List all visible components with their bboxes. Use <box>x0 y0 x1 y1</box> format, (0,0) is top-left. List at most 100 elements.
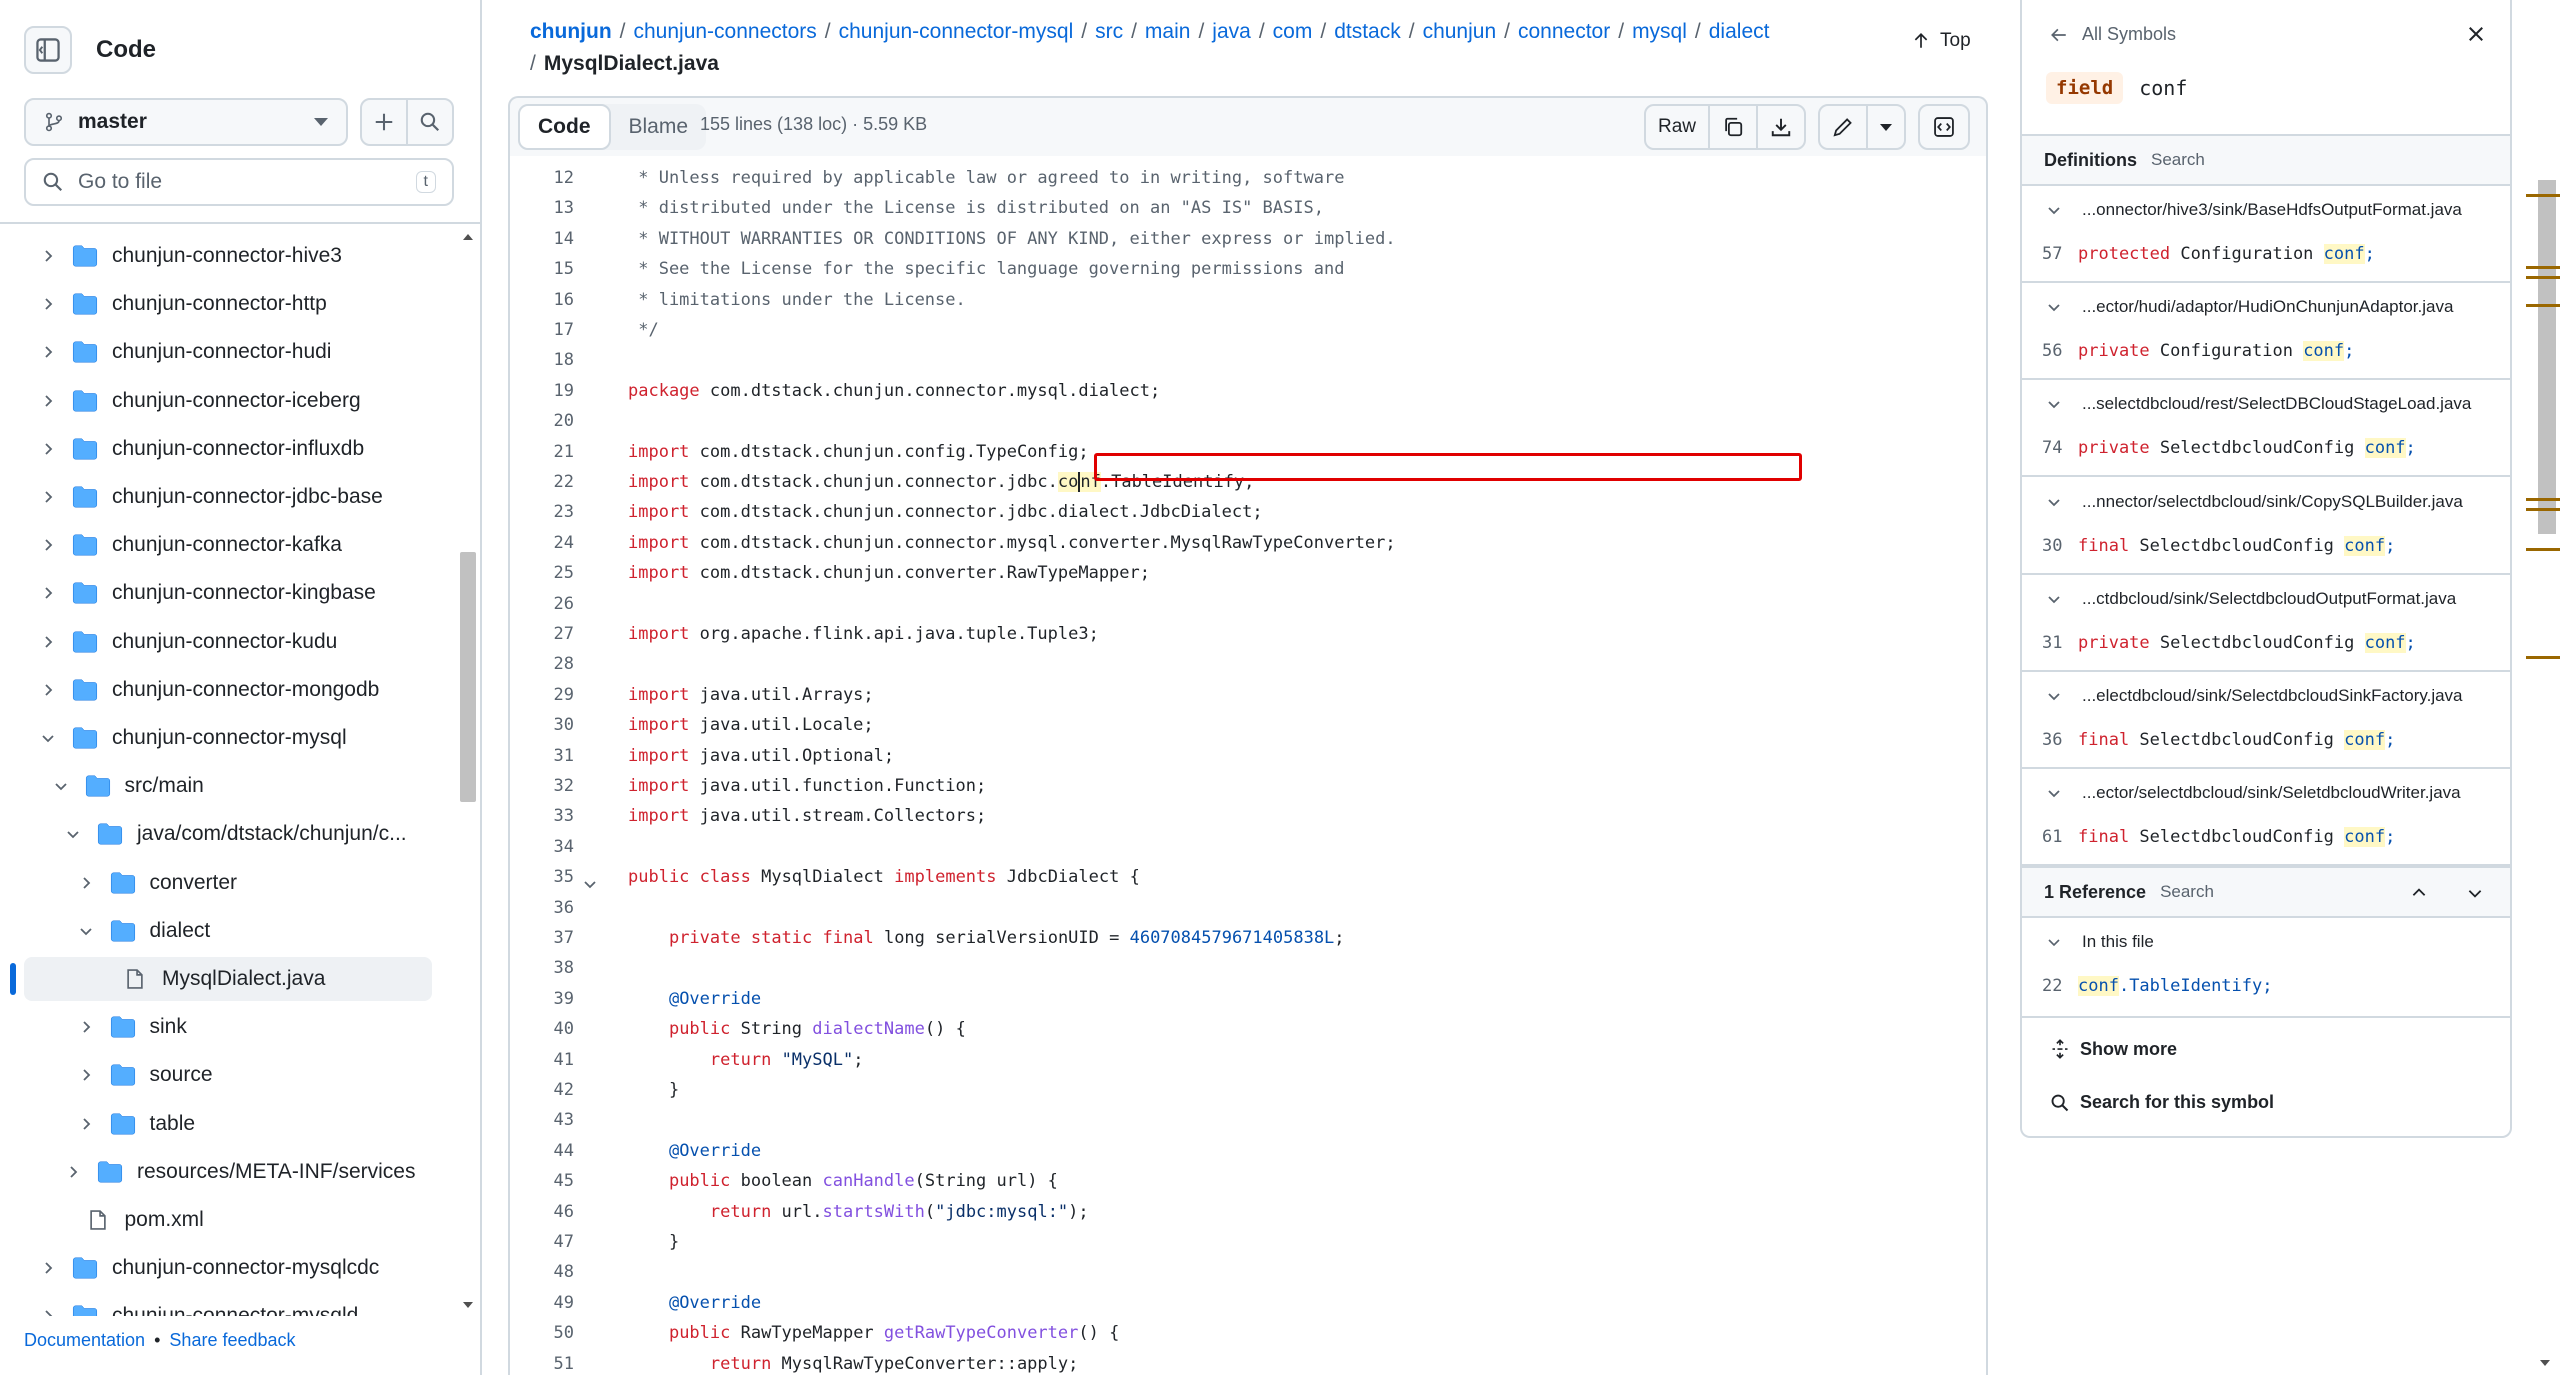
line-number[interactable]: 47 <box>510 1227 574 1257</box>
definition-item[interactable]: ...ctdbcloud/sink/SelectdbcloudOutputFor… <box>2022 575 2510 672</box>
branch-selector[interactable]: master <box>24 98 348 146</box>
definition-file-header[interactable]: ...nnector/selectdbcloud/sink/CopySQLBui… <box>2046 492 2463 512</box>
download-button[interactable] <box>1756 106 1804 148</box>
definition-line[interactable]: 30 final SelectdbcloudConfig conf; <box>2042 535 2395 556</box>
code-view[interactable]: 12 * Unless required by applicable law o… <box>508 156 1988 1375</box>
reference-line[interactable]: 22 conf.TableIdentify; <box>2042 976 2272 996</box>
chevron-up-icon[interactable] <box>2410 884 2428 902</box>
line-number[interactable]: 18 <box>510 345 574 375</box>
tree-folder-item[interactable]: chunjun-connector-mysql <box>0 716 456 760</box>
line-number[interactable]: 39 <box>510 984 574 1014</box>
tree-chevron[interactable] <box>38 1306 58 1316</box>
tree-file-item[interactable]: MysqlDialect.java <box>0 957 456 1001</box>
tab-blame[interactable]: Blame <box>611 104 707 150</box>
definition-file-header[interactable]: ...ector/selectdbcloud/sink/Seletdbcloud… <box>2046 783 2461 803</box>
tree-folder-item[interactable]: chunjun-connector-kudu <box>0 620 456 664</box>
tree-chevron[interactable] <box>51 776 71 796</box>
breadcrumb-link[interactable]: src <box>1095 20 1123 43</box>
definition-file-header[interactable]: ...selectdbcloud/rest/SelectDBCloudStage… <box>2046 394 2471 414</box>
tree-folder-item[interactable]: java/com/dtstack/chunjun/c... <box>0 812 456 856</box>
breadcrumb-link[interactable]: chunjun-connectors <box>634 20 817 43</box>
tree-folder-item[interactable]: chunjun-connector-mysqlcdc <box>0 1246 456 1290</box>
definition-file-header[interactable]: ...onnector/hive3/sink/BaseHdfsOutputFor… <box>2046 200 2462 220</box>
reference-group-header[interactable]: In this file <box>2046 932 2154 952</box>
edit-menu-button[interactable] <box>1866 106 1904 148</box>
line-number[interactable]: 51 <box>510 1349 574 1375</box>
definition-line[interactable]: 36 final SelectdbcloudConfig conf; <box>2042 730 2395 750</box>
definition-line[interactable]: 74 private SelectdbcloudConfig conf; <box>2042 438 2416 459</box>
definition-item[interactable]: ...electdbcloud/sink/SelectdbcloudSinkFa… <box>2022 672 2510 769</box>
line-number[interactable]: 24 <box>510 528 574 558</box>
collapse-sidebar-button[interactable] <box>24 26 72 74</box>
share-feedback-link[interactable]: Share feedback <box>169 1330 295 1350</box>
breadcrumb-link[interactable]: dtstack <box>1334 20 1401 43</box>
edit-button[interactable] <box>1820 106 1866 148</box>
tree-chevron[interactable] <box>76 1017 96 1037</box>
line-number[interactable]: 22 <box>510 467 574 497</box>
line-number[interactable]: 16 <box>510 285 574 315</box>
tree-chevron[interactable] <box>38 632 58 652</box>
raw-button[interactable]: Raw <box>1646 106 1708 148</box>
tree-chevron[interactable] <box>63 824 83 844</box>
definition-file-header[interactable]: ...ector/hudi/adaptor/HudiOnChunjunAdapt… <box>2046 297 2453 317</box>
tree-chevron[interactable] <box>38 487 58 507</box>
show-more-button[interactable]: Show more <box>2050 1038 2177 1060</box>
definition-item[interactable]: ...ector/selectdbcloud/sink/Seletdbcloud… <box>2022 769 2510 867</box>
definition-item[interactable]: ...onnector/hive3/sink/BaseHdfsOutputFor… <box>2022 186 2510 283</box>
scrollbar-thumb[interactable] <box>460 552 476 802</box>
tree-chevron[interactable] <box>38 583 58 603</box>
definitions-search[interactable]: Search <box>2151 150 2205 170</box>
search-symbol-button[interactable]: Search for this symbol <box>2050 1092 2274 1113</box>
line-number[interactable]: 19 <box>510 376 574 406</box>
breadcrumb-link[interactable]: java <box>1212 20 1251 43</box>
tree-chevron[interactable] <box>38 246 58 266</box>
line-number[interactable]: 49 <box>510 1288 574 1318</box>
tree-folder-item[interactable]: dialect <box>0 909 456 953</box>
line-number[interactable]: 46 <box>510 1197 574 1227</box>
breadcrumb-link[interactable]: mysql <box>1632 20 1687 43</box>
tree-chevron[interactable] <box>76 1114 96 1134</box>
tree-folder-item[interactable]: chunjun-connector-hive3 <box>0 234 456 278</box>
tree-folder-item[interactable]: chunjun-connector-mysqld <box>0 1294 456 1316</box>
tree-file-item[interactable]: pom.xml <box>0 1198 456 1242</box>
tree-chevron[interactable] <box>76 1065 96 1085</box>
line-number[interactable]: 45 <box>510 1166 574 1196</box>
line-number[interactable]: 23 <box>510 497 574 527</box>
line-number[interactable]: 12 <box>510 163 574 193</box>
documentation-link[interactable]: Documentation <box>24 1330 145 1350</box>
symbols-panel-button[interactable] <box>1920 106 1968 148</box>
line-number[interactable]: 29 <box>510 680 574 710</box>
tree-chevron[interactable] <box>76 873 96 893</box>
tab-code[interactable]: Code <box>518 104 611 150</box>
close-symbols-button[interactable] <box>2466 24 2486 49</box>
search-code-button[interactable] <box>406 100 452 144</box>
tree-folder-item[interactable]: chunjun-connector-jdbc-base <box>0 475 456 519</box>
line-number[interactable]: 44 <box>510 1136 574 1166</box>
line-number[interactable]: 27 <box>510 619 574 649</box>
tree-chevron[interactable] <box>38 294 58 314</box>
breadcrumb-link[interactable]: com <box>1273 20 1313 43</box>
tree-chevron[interactable] <box>38 342 58 362</box>
line-number[interactable]: 25 <box>510 558 574 588</box>
line-number[interactable]: 36 <box>510 893 574 923</box>
breadcrumb-link[interactable]: dialect <box>1709 20 1770 43</box>
breadcrumb-link[interactable]: chunjun <box>1423 20 1497 43</box>
tree-folder-item[interactable]: chunjun-connector-http <box>0 282 456 326</box>
page-scrollbar-thumb[interactable] <box>2538 180 2556 534</box>
tree-folder-item[interactable]: table <box>0 1102 456 1146</box>
tree-folder-item[interactable]: converter <box>0 861 456 905</box>
tree-folder-item[interactable]: chunjun-connector-hudi <box>0 330 456 374</box>
tree-folder-item[interactable]: src/main <box>0 764 456 808</box>
line-number[interactable]: 40 <box>510 1014 574 1044</box>
line-number[interactable]: 14 <box>510 224 574 254</box>
tree-folder-item[interactable]: chunjun-connector-kafka <box>0 523 456 567</box>
tree-chevron[interactable] <box>38 1258 58 1278</box>
tree-folder-item[interactable]: sink <box>0 1005 456 1049</box>
definition-line[interactable]: 57 protected Configuration conf; <box>2042 244 2375 264</box>
line-number[interactable]: 17 <box>510 315 574 345</box>
top-button[interactable]: Top <box>1912 30 1971 52</box>
tree-folder-item[interactable]: chunjun-connector-kingbase <box>0 571 456 615</box>
breadcrumb-link[interactable]: chunjun-connector-mysql <box>839 20 1074 43</box>
breadcrumb-link[interactable]: main <box>1145 20 1191 43</box>
line-number[interactable]: 26 <box>510 589 574 619</box>
